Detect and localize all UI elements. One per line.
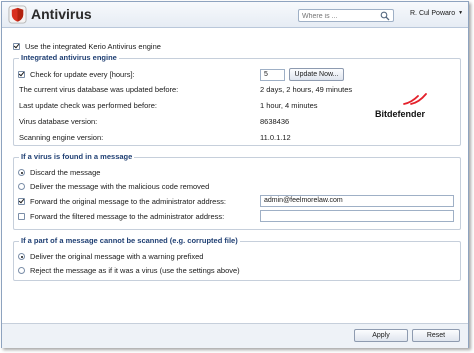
deliver-warning-label: Deliver the original message with a warn… (30, 252, 204, 261)
deliver-cleaned-label: Deliver the message with the malicious c… (30, 182, 210, 191)
last-check-label: Last update check was performed before: (19, 101, 157, 110)
forward-filtered-email-input[interactable] (260, 210, 454, 222)
cannot-scan-section-title: If a part of a message cannot be scanned… (19, 236, 240, 246)
reject-radio[interactable] (18, 267, 25, 274)
page-title: Antivirus (31, 6, 92, 22)
use-integrated-label: Use the integrated Kerio Antivirus engin… (25, 42, 161, 51)
db-version-value: 8638436 (260, 117, 290, 126)
engine-section-title: Integrated antivirus engine (19, 53, 119, 63)
forward-original-checkbox[interactable] (18, 198, 25, 205)
engine-version-label: Scanning engine version: (19, 133, 104, 142)
search-input[interactable] (302, 11, 378, 21)
search-icon[interactable] (380, 11, 390, 21)
discard-label: Discard the message (30, 168, 101, 177)
search-box[interactable] (298, 9, 394, 22)
discard-radio[interactable] (18, 169, 25, 176)
antivirus-window: Antivirus R. Cul Powaro▼ Use the integra… (1, 1, 469, 348)
engine-version-value: 11.0.1.12 (260, 133, 291, 142)
virus-found-section-title: If a virus is found in a message (19, 152, 135, 162)
check-update-checkbox[interactable] (18, 71, 25, 78)
engine-section: Integrated antivirus engine Check for up… (13, 53, 461, 146)
header-bar: Antivirus R. Cul Powaro▼ (2, 2, 468, 28)
last-check-value: 1 hour, 4 minutes (260, 101, 318, 110)
deliver-warning-radio[interactable] (18, 253, 25, 260)
check-update-label: Check for update every [hours]: (30, 70, 135, 79)
check-update-hours-input[interactable]: 5 (260, 69, 285, 81)
forward-filtered-label: Forward the filtered message to the admi… (30, 212, 225, 221)
cannot-scan-section: If a part of a message cannot be scanned… (13, 236, 461, 281)
chevron-down-icon: ▼ (458, 10, 464, 16)
forward-original-email-input[interactable]: admin@feelmorelaw.com (260, 195, 454, 207)
bitdefender-logo-text: Bitdefender (375, 109, 426, 119)
user-name: R. Cul Powaro (410, 10, 456, 17)
deliver-cleaned-radio[interactable] (18, 183, 25, 190)
footer-bar: Apply Reset (2, 323, 468, 348)
forward-filtered-checkbox[interactable] (18, 213, 25, 220)
db-updated-label: The current virus database was updated b… (19, 85, 179, 94)
user-menu[interactable]: R. Cul Powaro ▼ (410, 10, 463, 17)
apply-button[interactable]: Apply (354, 329, 408, 342)
db-updated-value: 2 days, 2 hours, 49 minutes (260, 85, 353, 94)
forward-original-label: Forward the original message to the admi… (30, 197, 226, 206)
virus-found-section: If a virus is found in a message Discard… (13, 152, 461, 230)
reject-label: Reject the message as if it was a virus … (30, 266, 240, 275)
update-now-button[interactable]: Update Now... (289, 68, 344, 81)
shield-icon (8, 5, 27, 24)
db-version-label: Virus database version: (19, 117, 98, 126)
bitdefender-logo-icon (403, 93, 427, 105)
use-integrated-checkbox[interactable] (13, 43, 20, 50)
reset-button[interactable]: Reset (412, 329, 460, 342)
